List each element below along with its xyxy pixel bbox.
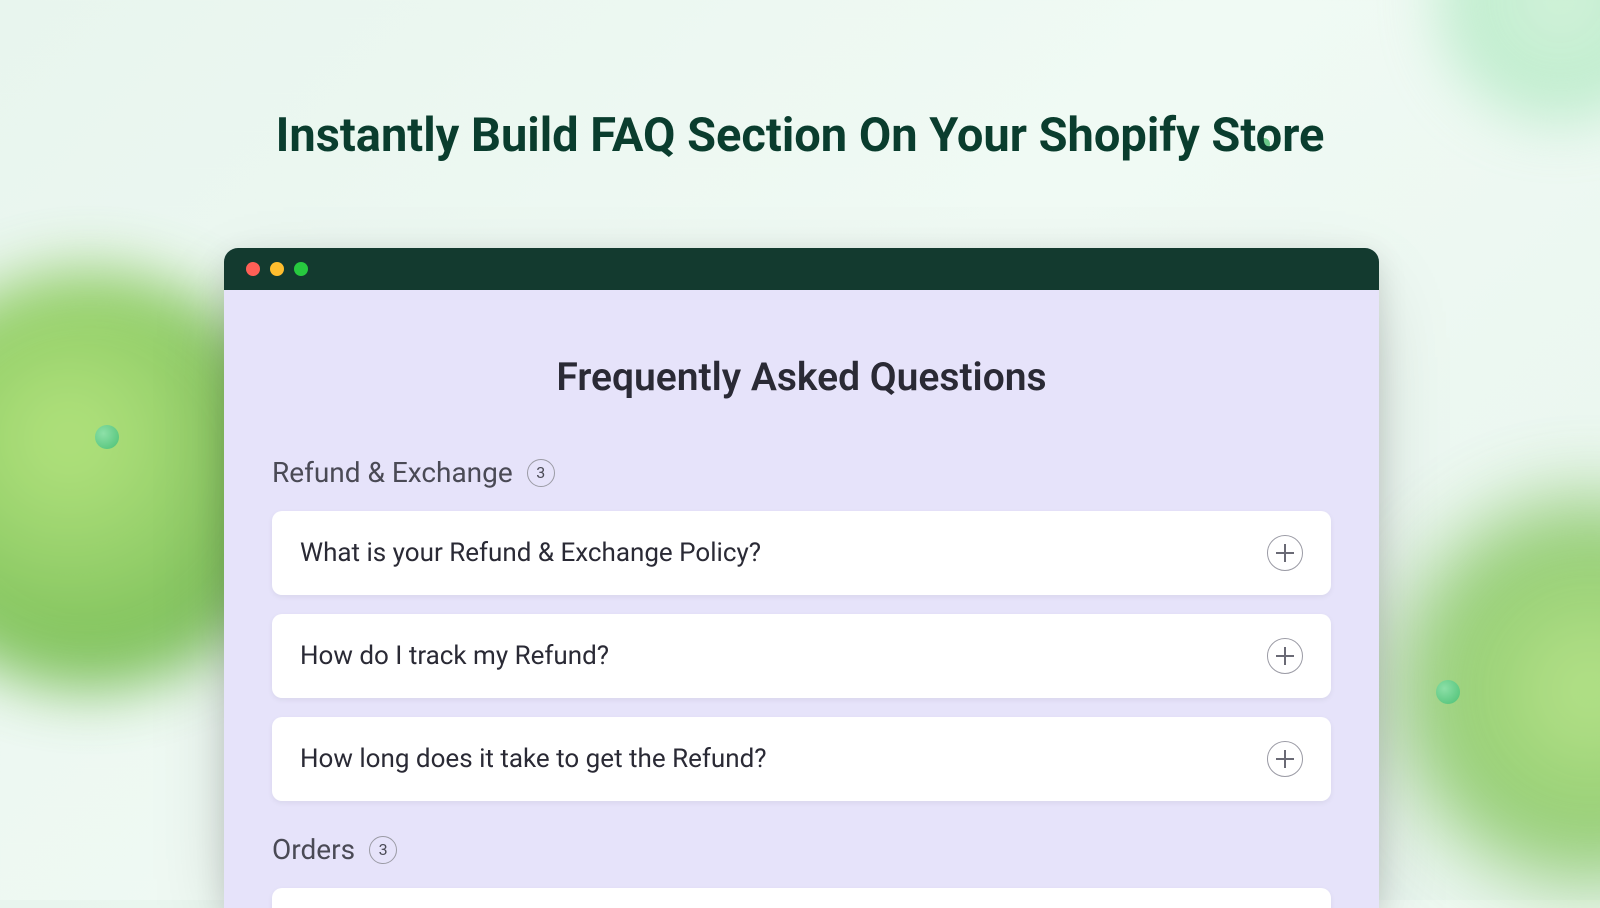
faq-item[interactable]: What is your Refund & Exchange Policy?: [272, 511, 1331, 595]
faq-title: Frequently Asked Questions: [272, 354, 1331, 400]
faq-item[interactable]: How do I track my Refund?: [272, 614, 1331, 698]
category-label: Refund & Exchange: [272, 456, 513, 489]
plus-icon[interactable]: [1267, 535, 1303, 571]
decorative-dot: [1436, 680, 1460, 704]
faq-question: How do I track my Refund?: [300, 641, 609, 671]
decorative-blob: [1440, 0, 1600, 120]
hero-title: Instantly Build FAQ Section On Your Shop…: [276, 108, 1325, 163]
plus-icon[interactable]: [1267, 741, 1303, 777]
window-close-icon: [246, 262, 260, 276]
faq-item[interactable]: What are my payment options?: [272, 888, 1331, 908]
category-label: Orders: [272, 833, 355, 866]
category-count-badge: 3: [527, 459, 555, 487]
faq-question: How long does it take to get the Refund?: [300, 744, 767, 774]
plus-icon[interactable]: [1267, 638, 1303, 674]
decorative-dot: [95, 425, 119, 449]
faq-category-refund: Refund & Exchange 3: [272, 456, 1331, 489]
window-minimize-icon: [270, 262, 284, 276]
window-body: Frequently Asked Questions Refund & Exch…: [224, 290, 1379, 908]
window-titlebar: [224, 248, 1379, 290]
preview-window: Frequently Asked Questions Refund & Exch…: [224, 248, 1379, 908]
faq-question: What is your Refund & Exchange Policy?: [300, 538, 761, 568]
decorative-blob: [1400, 500, 1600, 880]
category-count-badge: 3: [369, 836, 397, 864]
faq-category-orders: Orders 3: [272, 833, 1331, 866]
window-maximize-icon: [294, 262, 308, 276]
faq-item[interactable]: How long does it take to get the Refund?: [272, 717, 1331, 801]
